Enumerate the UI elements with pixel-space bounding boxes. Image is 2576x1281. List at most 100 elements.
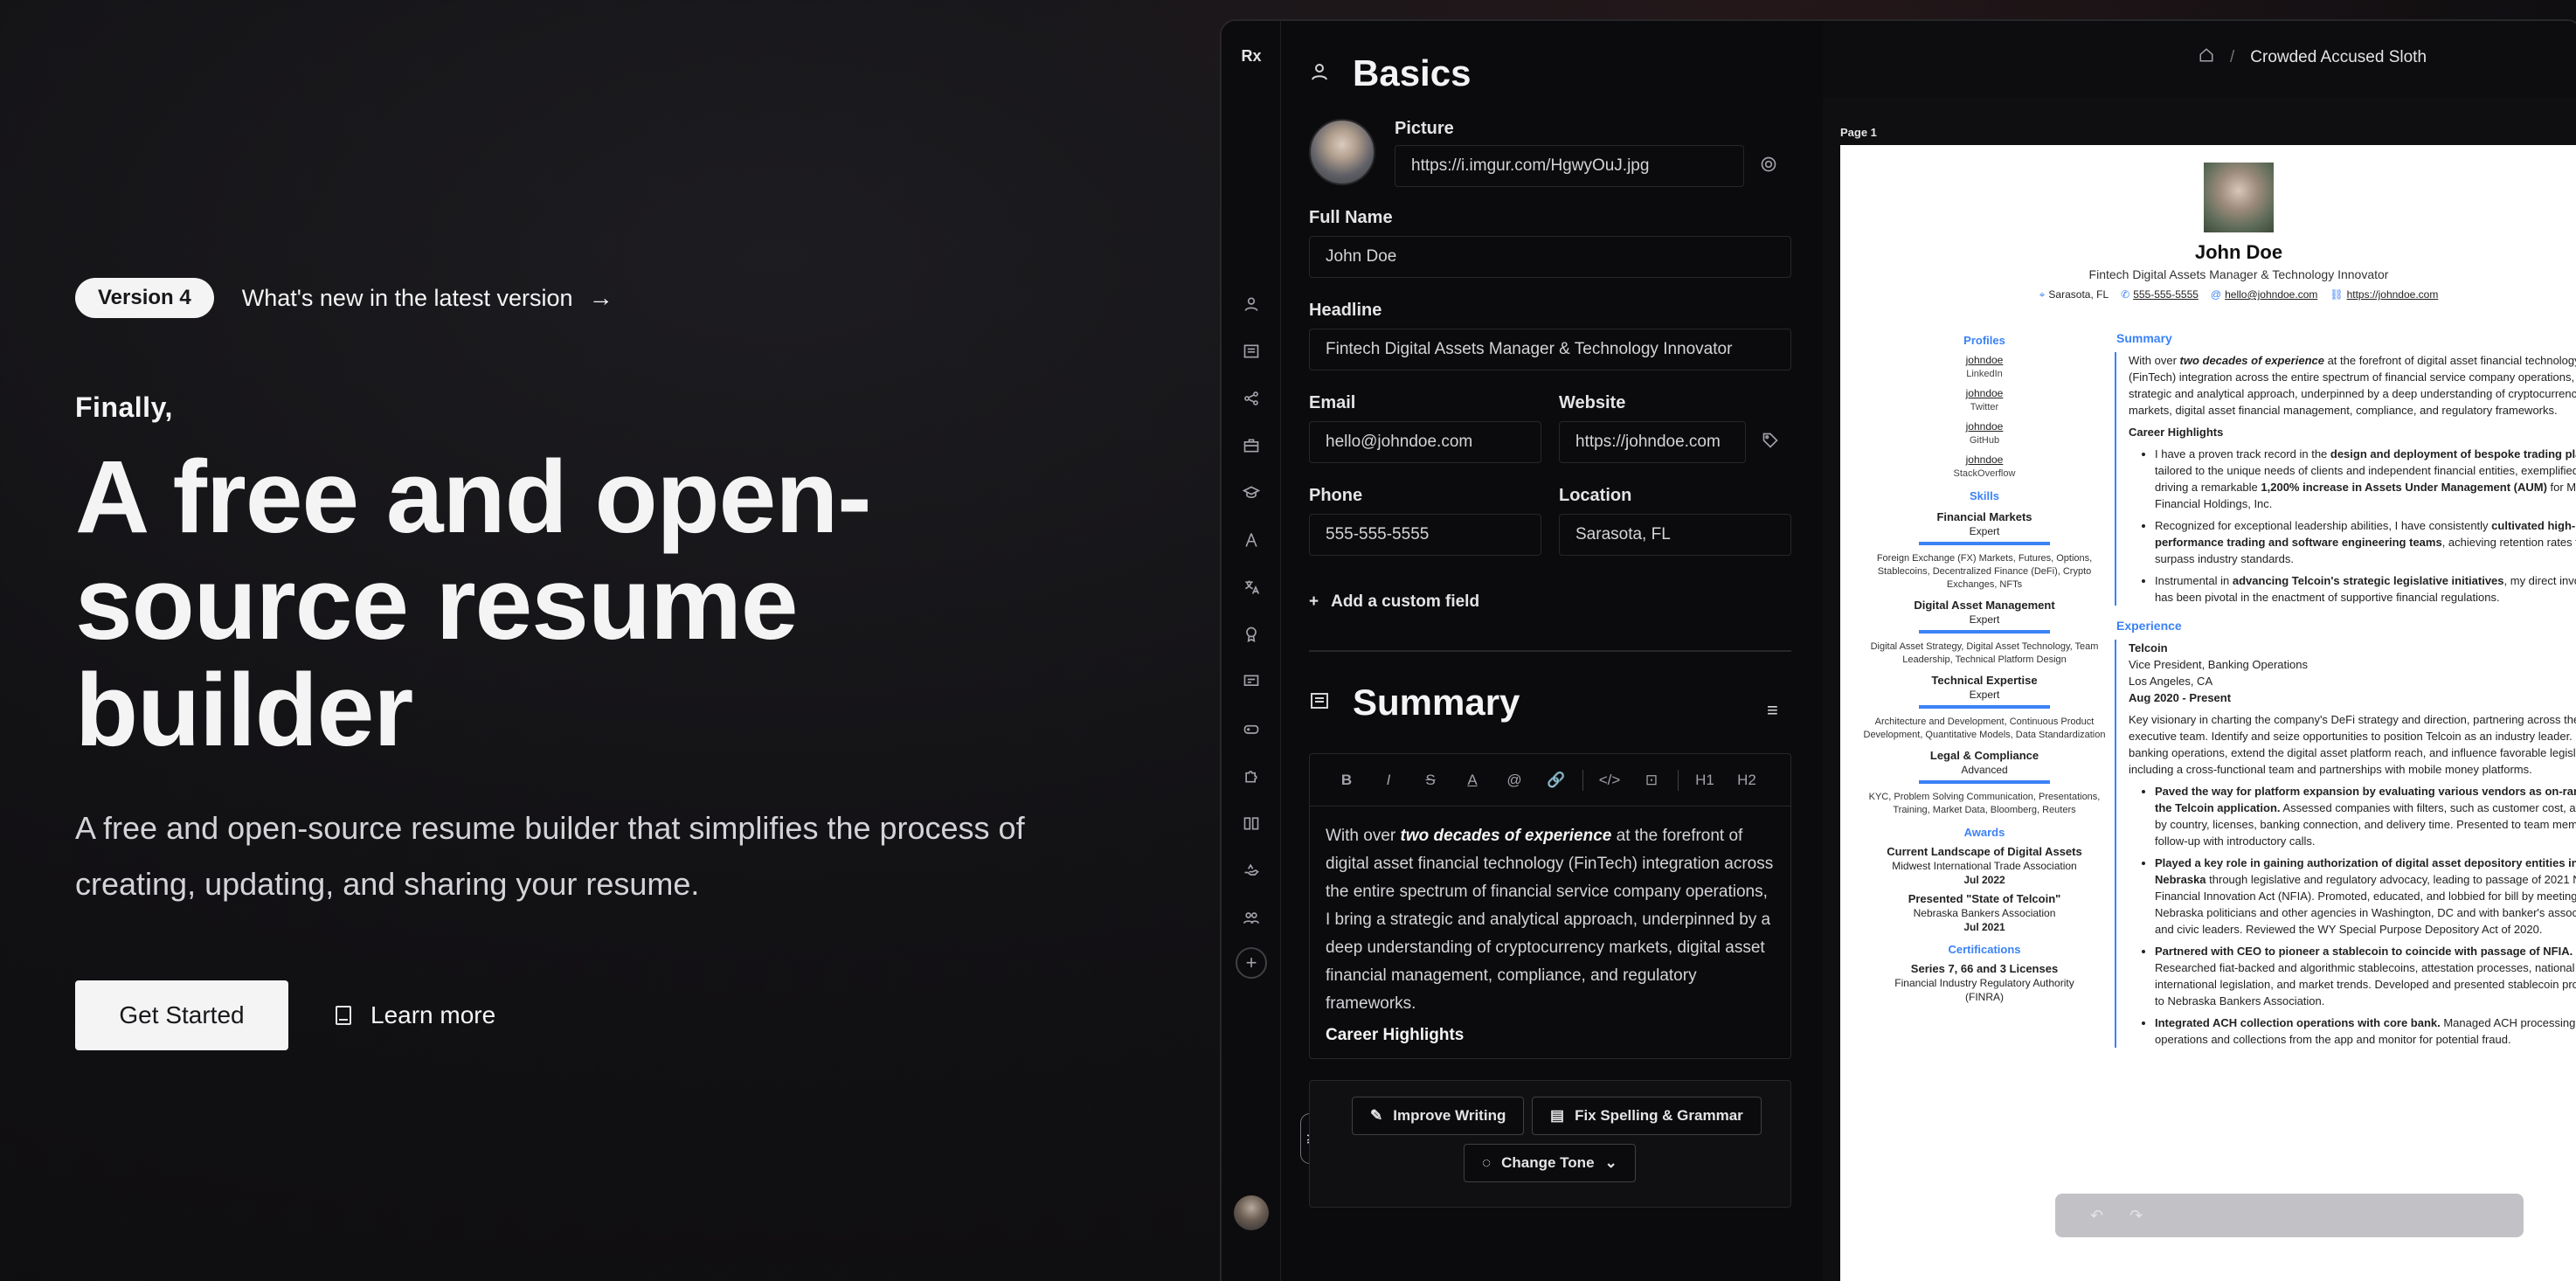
award-icon[interactable]: [1241, 624, 1262, 645]
resume-headline: Fintech Digital Assets Manager & Technol…: [2088, 267, 2389, 281]
aperture-icon[interactable]: [1760, 156, 1777, 177]
add-custom-field-label: Add a custom field: [1331, 592, 1480, 611]
skill-item: Financial Markets Expert Foreign Exchange …: [1876, 510, 2093, 590]
award-item: Current Landscape of Digital Assets Midwe…: [1887, 845, 2082, 886]
heading2-button[interactable]: H2: [1726, 772, 1768, 789]
italic-button[interactable]: I: [1368, 772, 1409, 789]
bold-button[interactable]: B: [1326, 772, 1368, 789]
profile-item: johndoe StackOverflow: [1953, 454, 2016, 479]
summary-block: With over two decades of experience at t…: [2115, 352, 2576, 606]
headline-label: Headline: [1309, 301, 1382, 320]
awards-heading: Awards: [1963, 826, 2005, 839]
resume-main: Summary With over two decades of experie…: [2115, 330, 2576, 1053]
full-name-input[interactable]: John Doe: [1309, 236, 1791, 278]
hero-title: A free and open-source resume builder: [75, 440, 872, 768]
ai-actions-panel: ✎ Improve Writing ▤ Fix Spelling & Gramm…: [1309, 1080, 1791, 1208]
section-rail: Rx +: [1222, 21, 1281, 1281]
version-row: Version 4 What's new in the latest versi…: [75, 278, 613, 318]
improve-writing-button[interactable]: ✎ Improve Writing: [1352, 1097, 1525, 1135]
section-divider: [1309, 650, 1791, 652]
exp-bullet: Integrated ACH collection operations wit…: [2155, 1014, 2576, 1048]
learn-more-button[interactable]: Learn more: [327, 1001, 504, 1029]
fix-spelling-button[interactable]: ▤ Fix Spelling & Grammar: [1532, 1097, 1762, 1135]
code-block-button[interactable]: ⊡: [1631, 772, 1672, 789]
code-button[interactable]: </>: [1589, 772, 1631, 789]
undo-icon[interactable]: ↶: [2090, 1207, 2103, 1225]
summary-header: Summary: [1309, 682, 1520, 724]
spellcheck-icon: ▤: [1550, 1107, 1565, 1124]
plus-icon: +: [1309, 592, 1319, 611]
highlight-item: Instrumental in advancing Telcoin's stra…: [2155, 572, 2576, 606]
certificate-icon[interactable]: [1241, 671, 1262, 692]
skill-item: Legal & Compliance Advanced KYC, Problem S…: [1868, 749, 2101, 815]
headline-input[interactable]: Fintech Digital Assets Manager & Technol…: [1309, 329, 1791, 370]
strike-button[interactable]: S: [1409, 772, 1451, 789]
graduation-cap-icon[interactable]: [1241, 482, 1262, 503]
text-color-button[interactable]: A: [1451, 772, 1493, 789]
contact-phone: ✆ 555-555-5555: [2121, 288, 2199, 301]
tag-icon[interactable]: [1762, 432, 1779, 454]
briefcase-icon[interactable]: [1241, 435, 1262, 456]
exp-date: Aug 2020 - Present: [2129, 691, 2232, 704]
exp-summary: Key visionary in charting the company's …: [2129, 713, 2576, 776]
change-tone-label: Change Tone: [1501, 1154, 1595, 1171]
tone-icon: ◌: [1482, 1154, 1492, 1171]
add-custom-field-button[interactable]: + Add a custom field: [1309, 592, 1479, 612]
languages-icon[interactable]: [1241, 577, 1262, 598]
location-label: Location: [1559, 486, 1632, 505]
share-icon[interactable]: [1241, 388, 1262, 409]
volunteer-icon[interactable]: [1241, 860, 1262, 881]
profile-item: johndoe Twitter: [1965, 387, 2004, 412]
resume-sidebar: Profiles johndoe LinkedIn johndoe Twitter …: [1858, 325, 2111, 1004]
learn-more-label: Learn more: [370, 1001, 496, 1028]
summary-icon[interactable]: [1241, 341, 1262, 362]
user-avatar[interactable]: [1234, 1195, 1269, 1230]
map-pin-icon: ⌖: [2039, 288, 2046, 301]
rich-text-toolbar: B I S A @ 🔗 </> ⊡ H1 H2: [1309, 753, 1791, 806]
highlight-item: I have a proven track record in the desi…: [2155, 446, 2576, 512]
gamepad-icon[interactable]: [1241, 718, 1262, 739]
book-open-icon[interactable]: [1241, 813, 1262, 834]
email-input[interactable]: hello@johndoe.com: [1309, 421, 1541, 463]
location-input[interactable]: Sarasota, FL: [1559, 514, 1791, 556]
heading1-button[interactable]: H1: [1684, 772, 1726, 789]
puzzle-icon[interactable]: [1241, 765, 1262, 786]
resume-contacts: ⌖ Sarasota, FL ✆ 555-555-5555 @ hello@johnd…: [1840, 288, 2576, 301]
breadcrumb-separator: /: [2230, 48, 2235, 66]
pen-icon: ✎: [1370, 1107, 1383, 1124]
summary-title: Summary: [1353, 682, 1520, 723]
profiles-heading: Profiles: [1963, 334, 2005, 347]
exp-location: Los Angeles, CA: [2129, 675, 2213, 688]
toolbar-separator: [1582, 769, 1583, 791]
redo-icon[interactable]: ↷: [2129, 1207, 2143, 1225]
link-button[interactable]: 🔗: [1535, 772, 1577, 789]
certifications-heading: Certifications: [1948, 943, 2021, 956]
references-icon[interactable]: [1241, 907, 1262, 928]
website-label: Website: [1559, 393, 1626, 412]
change-tone-dropdown[interactable]: ◌ Change Tone ⌄: [1464, 1144, 1636, 1182]
picture-url-input[interactable]: https://i.imgur.com/HgwyOuJ.jpg: [1395, 145, 1744, 187]
highlight-button[interactable]: @: [1493, 772, 1535, 789]
basics-header: Basics: [1309, 52, 1471, 94]
home-icon[interactable]: [2199, 47, 2214, 68]
chevron-down-icon: ⌄: [1604, 1154, 1617, 1171]
get-started-button[interactable]: Get Started: [75, 980, 288, 1050]
phone-input[interactable]: 555-555-5555: [1309, 514, 1541, 556]
summary-editor[interactable]: With over two decades of experience at t…: [1309, 806, 1791, 1059]
skill-item: Technical Expertise Expert Architecture an…: [1863, 674, 2106, 740]
picture-label: Picture: [1395, 119, 1454, 138]
preview-controls: ↶ ↷: [2055, 1194, 2524, 1237]
profile-picture[interactable]: [1309, 119, 1375, 185]
app-logo[interactable]: Rx: [1222, 47, 1281, 66]
menu-icon[interactable]: ≡: [1767, 699, 1778, 722]
profile-item: johndoe LinkedIn: [1965, 354, 2004, 379]
summary-paragraph: With over two decades of experience at t…: [2129, 354, 2576, 417]
link-icon: ⛓: [2330, 288, 2344, 301]
whats-new-link[interactable]: What's new in the latest version →: [242, 284, 613, 312]
user-icon[interactable]: [1241, 294, 1262, 315]
arrow-right-icon: →: [588, 284, 613, 311]
skills-icon[interactable]: [1241, 530, 1262, 550]
resume-title: Crowded Accused Sloth: [2250, 48, 2427, 66]
add-section-button[interactable]: +: [1236, 947, 1267, 979]
website-input[interactable]: https://johndoe.com: [1559, 421, 1746, 463]
